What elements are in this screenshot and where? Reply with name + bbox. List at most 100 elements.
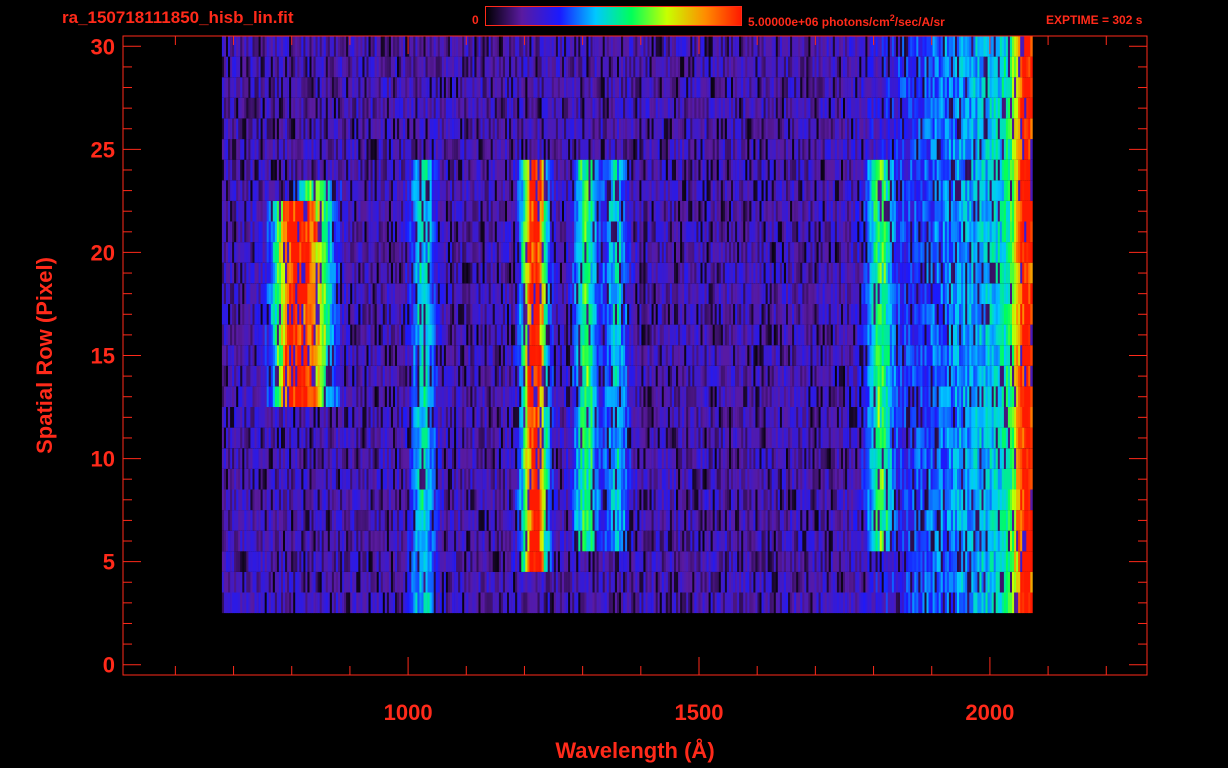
heat-cell — [676, 571, 679, 593]
heat-cell — [547, 365, 551, 387]
heat-cell — [464, 592, 467, 614]
heat-cell — [1018, 448, 1021, 469]
heat-cell — [883, 365, 887, 387]
heat-cell — [631, 489, 634, 511]
heat-cell — [346, 510, 349, 531]
heat-cell — [963, 489, 966, 511]
heat-cell — [659, 530, 663, 552]
heat-cell — [278, 551, 282, 572]
heat-cell — [900, 365, 903, 387]
heat-cell — [1012, 386, 1015, 407]
heat-cell — [582, 551, 585, 572]
heat-cell — [704, 386, 707, 407]
heat-cell — [900, 386, 903, 407]
heat-cell — [928, 365, 931, 387]
heat-cell — [608, 551, 612, 572]
heat-cell — [586, 386, 589, 407]
heat-cell — [346, 386, 349, 407]
heat-cell — [515, 386, 518, 407]
heat-cell — [496, 592, 500, 614]
heat-cell — [470, 530, 473, 552]
heat-cell — [810, 427, 813, 449]
heat-cell — [637, 592, 640, 614]
heat-cell — [1030, 571, 1033, 593]
heat-cell — [329, 551, 333, 572]
heat-cell — [832, 427, 836, 449]
heat-cell — [649, 571, 652, 593]
heat-cell — [688, 489, 691, 511]
heat-cell — [531, 530, 534, 552]
heat-cell — [989, 489, 992, 511]
heat-cell — [262, 468, 265, 490]
heat-cell — [570, 427, 573, 449]
heat-cell — [329, 530, 333, 552]
heat-cell — [800, 386, 803, 407]
heat-cell — [771, 407, 775, 428]
heat-cell — [307, 571, 310, 593]
heat-cell — [922, 407, 925, 428]
heat-cell — [425, 571, 428, 593]
heat-cell — [765, 427, 768, 449]
heat-cell — [698, 510, 701, 531]
heat-cell — [912, 489, 915, 511]
heat-cell — [765, 386, 768, 407]
heat-cell — [340, 427, 343, 449]
heat-cell — [851, 510, 854, 531]
heat-cell — [659, 551, 663, 572]
heat-cell — [295, 489, 298, 511]
heat-cell — [967, 468, 970, 490]
heat-cell — [531, 365, 534, 387]
heat-cell — [783, 592, 787, 614]
heat-cell — [973, 365, 976, 387]
heat-cell — [262, 571, 265, 593]
heat-cell — [464, 365, 467, 387]
heat-cell — [502, 345, 506, 366]
heat-cell — [995, 592, 999, 614]
heat-cell — [246, 407, 249, 428]
heat-cell — [777, 489, 781, 511]
heat-cell — [627, 551, 630, 572]
heat-cell — [486, 468, 489, 490]
heat-cell — [861, 592, 864, 614]
heat-cell — [739, 489, 742, 511]
heat-cell — [464, 530, 467, 552]
heat-cell — [295, 448, 298, 469]
heat-cell — [1001, 510, 1005, 531]
heat-cell — [1007, 551, 1011, 572]
heat-cell — [877, 510, 880, 531]
heat-cell — [967, 592, 970, 614]
heat-cell — [676, 427, 679, 449]
heat-cell — [301, 592, 304, 614]
heat-cell — [649, 551, 652, 572]
heat-cell — [582, 407, 585, 428]
heat-cell — [621, 448, 624, 469]
heat-cell — [390, 448, 394, 469]
heat-cell — [676, 448, 679, 469]
heat-cell — [765, 551, 768, 572]
heat-cell — [480, 365, 483, 387]
heat-cell — [223, 386, 227, 407]
heat-cell — [627, 386, 630, 407]
heat-cell — [502, 551, 506, 572]
heat-cell — [295, 407, 298, 428]
heat-cell — [435, 407, 439, 428]
heat-cell — [726, 407, 730, 428]
heat-cell — [653, 365, 656, 387]
heat-cell — [407, 448, 410, 469]
heat-cell — [733, 468, 736, 490]
heat-cell — [582, 427, 585, 449]
heat-cell — [301, 468, 304, 490]
heat-cell — [374, 489, 377, 511]
heat-cell — [1024, 407, 1027, 428]
heat-cell — [537, 530, 540, 552]
heat-cell — [240, 345, 243, 366]
heat-cell — [985, 407, 988, 428]
heat-cell — [855, 510, 858, 531]
heat-cell — [256, 530, 259, 552]
heat-cell — [541, 448, 544, 469]
heat-cell — [810, 510, 813, 531]
heat-cell — [940, 530, 944, 552]
heat-cell — [900, 489, 903, 511]
heat-cell — [537, 551, 540, 572]
heat-cell — [838, 427, 842, 449]
